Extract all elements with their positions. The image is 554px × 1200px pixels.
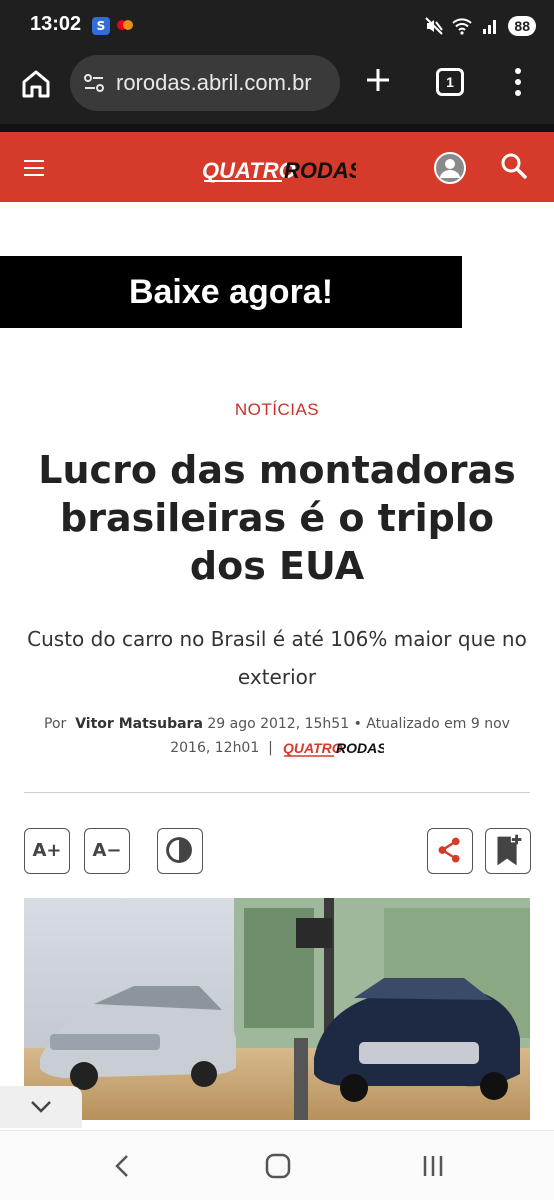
wifi-icon bbox=[452, 18, 473, 35]
status-icons: 88 bbox=[424, 14, 536, 38]
article-byline: Por Vitor Matsubara 29 ago 2012, 15h51 •… bbox=[24, 712, 530, 760]
status-time: 13:02 bbox=[30, 13, 82, 35]
home-nav-icon[interactable] bbox=[263, 1151, 293, 1181]
new-tab-icon[interactable] bbox=[362, 64, 394, 96]
ad-banner[interactable]: Baixe agora! bbox=[0, 256, 462, 328]
user-account-icon[interactable] bbox=[434, 152, 466, 184]
author-name[interactable]: Vitor Matsubara bbox=[75, 716, 203, 732]
recent-apps-icon[interactable] bbox=[418, 1151, 448, 1181]
svg-text:QUATRO: QUATRO bbox=[202, 158, 296, 183]
site-header: QUATRO RODAS bbox=[0, 132, 554, 202]
article-headline: Lucro das montadoras brasileiras é o tri… bbox=[38, 448, 516, 588]
site-settings-icon[interactable] bbox=[82, 71, 106, 95]
contrast-icon bbox=[166, 837, 192, 863]
share-icon bbox=[438, 837, 460, 863]
header-divider bbox=[0, 124, 554, 132]
home-icon[interactable] bbox=[18, 66, 54, 102]
more-options-icon[interactable] bbox=[508, 66, 528, 98]
search-icon[interactable] bbox=[500, 152, 528, 180]
browser-toolbar: rorodas.abril.com.br 1 bbox=[0, 52, 554, 124]
quatro-rodas-logo[interactable]: QUATRO RODAS bbox=[200, 154, 356, 184]
bookmark-add-icon bbox=[497, 834, 522, 866]
svg-text:RODAS: RODAS bbox=[336, 740, 384, 756]
contrast-button[interactable] bbox=[157, 828, 203, 874]
back-icon[interactable] bbox=[108, 1151, 138, 1181]
article-hero-image[interactable] bbox=[24, 898, 530, 1120]
font-decrease-button[interactable]: A− bbox=[84, 828, 130, 874]
tab-switcher-button[interactable]: 1 bbox=[436, 68, 464, 96]
bookmark-button[interactable] bbox=[485, 828, 531, 874]
url-text: rorodas.abril.com.br bbox=[116, 70, 312, 95]
system-navigation-bar bbox=[0, 1130, 554, 1200]
font-increase-button[interactable]: A+ bbox=[24, 828, 70, 874]
publish-date: 29 ago 2012, 15h51 bbox=[207, 716, 350, 732]
app-notification-icon: S bbox=[92, 17, 110, 35]
quatro-rodas-logo-small: QUATRO RODAS bbox=[283, 740, 384, 757]
article-category[interactable]: NOTÍCIAS bbox=[0, 400, 554, 420]
battery-indicator: 88 bbox=[508, 16, 536, 36]
hamburger-menu-icon[interactable] bbox=[24, 160, 44, 176]
car-showroom-image bbox=[24, 898, 530, 1120]
section-divider bbox=[24, 792, 530, 793]
svg-text:QUATRO: QUATRO bbox=[283, 740, 343, 756]
collapse-button[interactable] bbox=[0, 1086, 82, 1128]
mastercard-icon bbox=[116, 20, 134, 32]
mute-icon bbox=[425, 17, 444, 35]
svg-text:RODAS: RODAS bbox=[284, 158, 356, 183]
article-subtitle: Custo do carro no Brasil é até 106% maio… bbox=[27, 627, 527, 689]
byline-separator: | bbox=[268, 740, 273, 756]
byline-prefix: Por bbox=[44, 716, 67, 732]
signal-icon bbox=[483, 20, 497, 34]
address-bar[interactable]: rorodas.abril.com.br bbox=[70, 55, 340, 111]
status-bar: 13:02 S 88 bbox=[0, 0, 554, 52]
share-button[interactable] bbox=[427, 828, 473, 874]
chevron-down-icon bbox=[31, 1101, 51, 1113]
